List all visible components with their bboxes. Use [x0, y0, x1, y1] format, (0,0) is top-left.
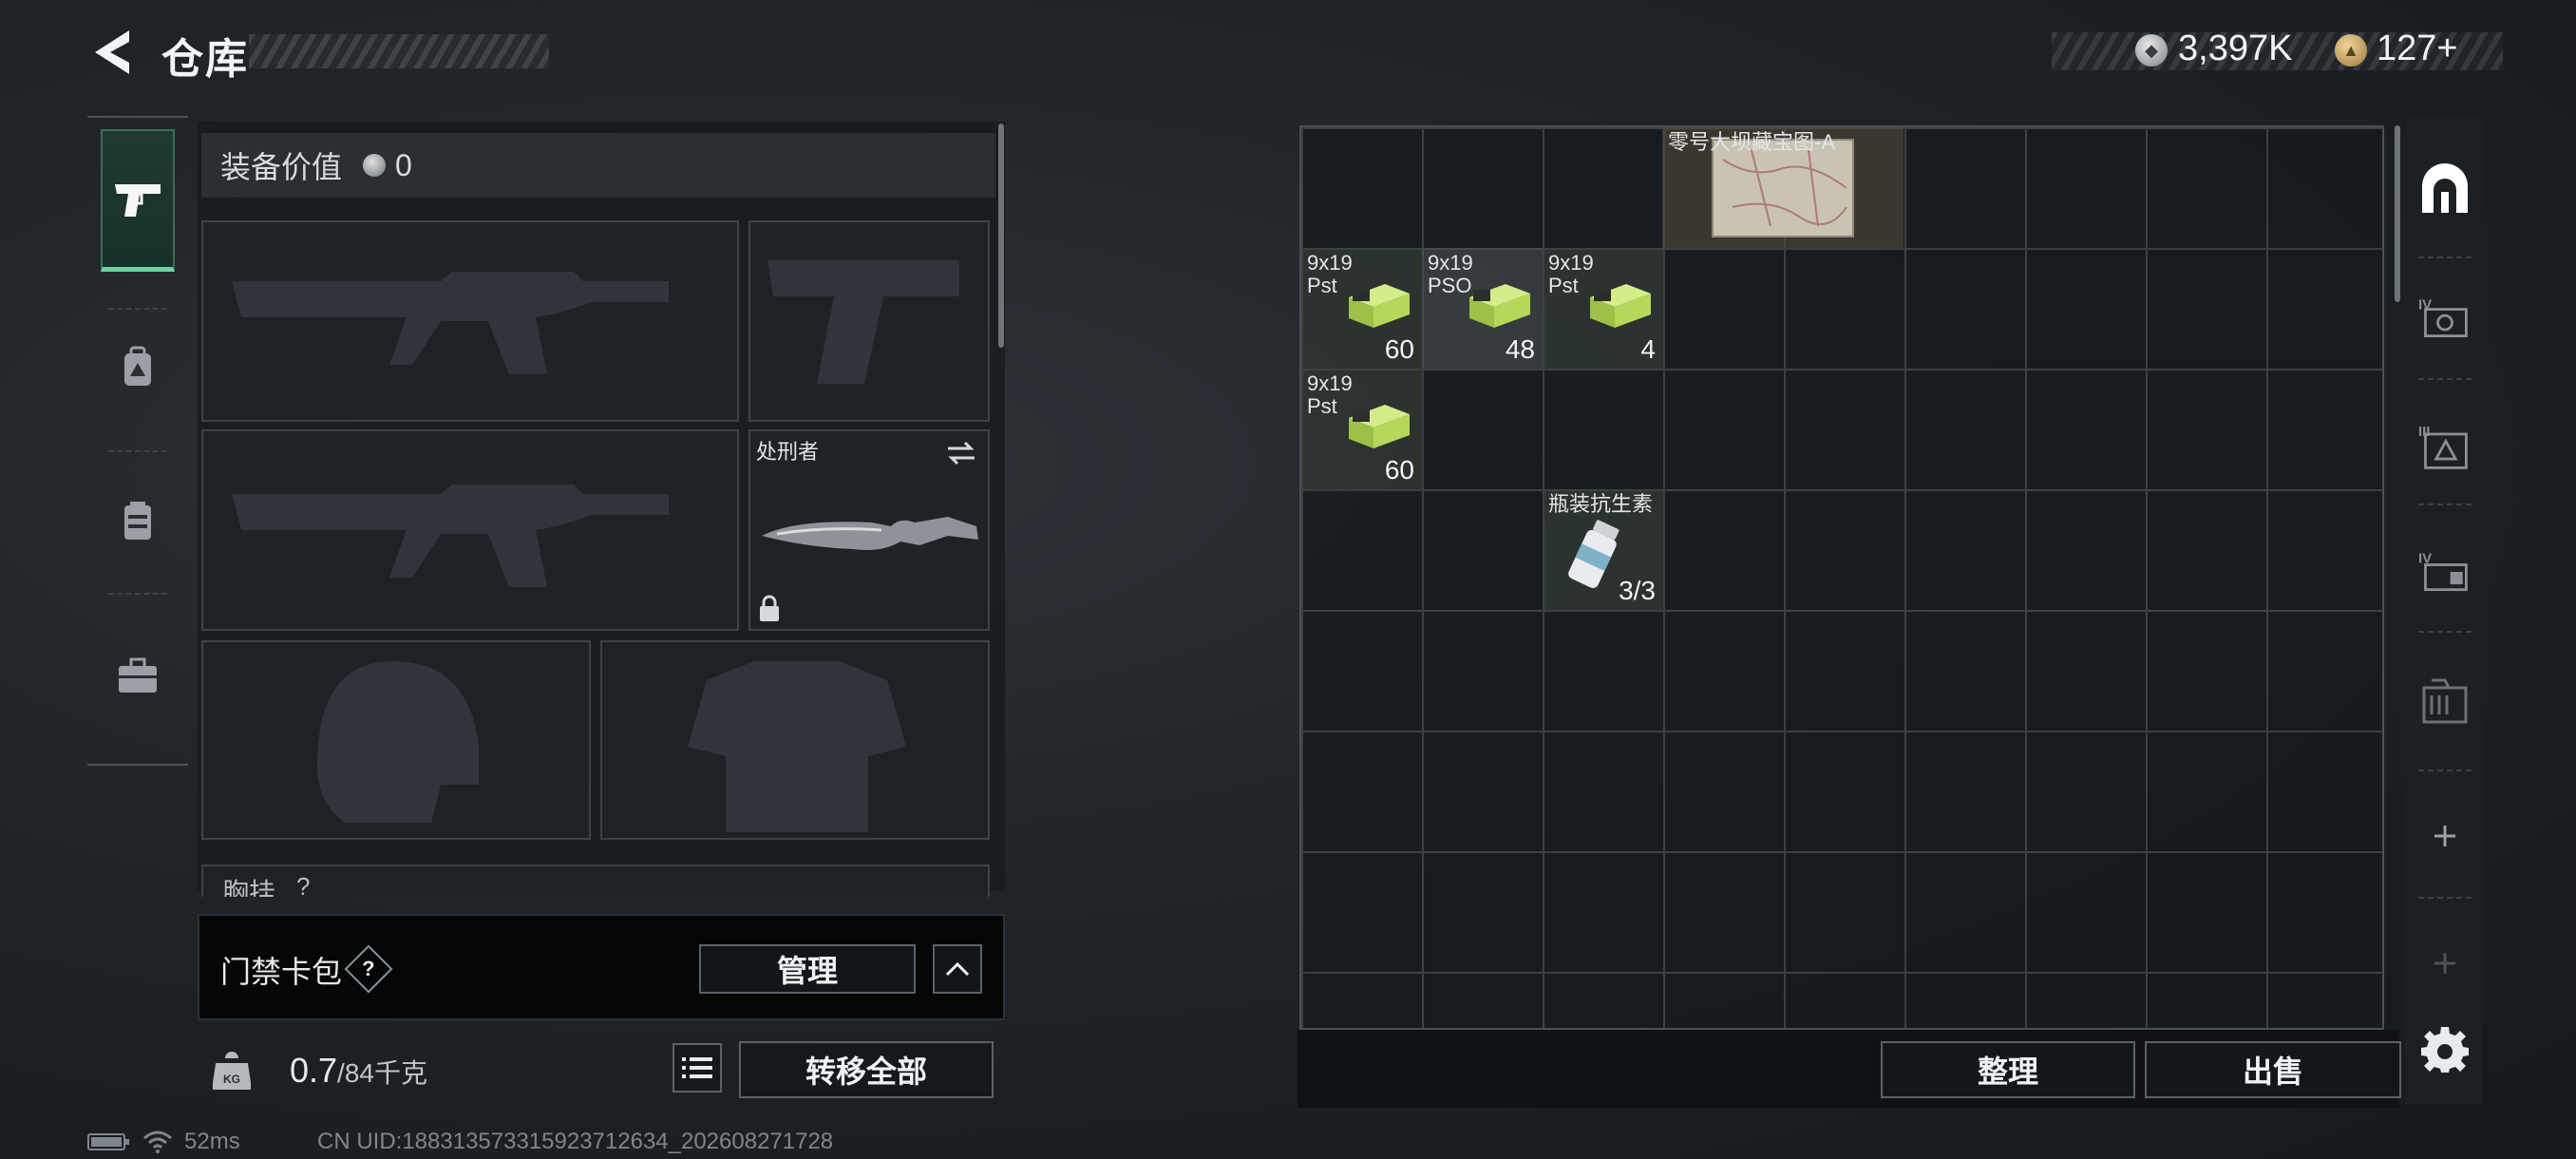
item-name: 9x19 PSO	[1428, 251, 1473, 297]
chest-rig-hint: ?	[296, 872, 311, 897]
ammo-box-icon	[1469, 284, 1530, 328]
item-count: 4	[1640, 334, 1656, 364]
equipment-value-label: 装备价值	[220, 150, 343, 184]
silver-currency-value: 3,397K	[2178, 28, 2293, 68]
plus-icon	[2434, 826, 2455, 846]
add-container-button[interactable]	[2418, 809, 2472, 863]
back-arrow-icon[interactable]	[87, 27, 135, 78]
chevron-up-icon	[945, 961, 970, 977]
page-title: 仓库	[161, 36, 249, 83]
expand-button[interactable]	[933, 944, 982, 994]
battery-icon	[87, 1133, 129, 1150]
weight-readout: 0.7/84千克	[290, 1051, 427, 1091]
item-count: 60	[1384, 455, 1414, 484]
item-name: 9x19 Pst	[1548, 251, 1594, 297]
sell-button[interactable]: 出售	[2145, 1041, 2401, 1098]
weight-max: /84千克	[337, 1058, 427, 1088]
gold-currency-value: 127+	[2377, 28, 2458, 68]
briefcase-icon	[119, 657, 157, 693]
inventory-grid[interactable]: 零号大坝藏宝图-A 9x19 Pst 60 9x19 PSO 48 9x19 Pst …	[1299, 125, 2384, 1030]
container-icon	[2422, 678, 2468, 724]
svg-text:KG: KG	[223, 1073, 240, 1086]
container-icon: III	[2418, 424, 2468, 469]
tab-vest[interactable]	[101, 450, 175, 593]
grid-item-ammo[interactable]: 9x19 Pst 60	[1301, 369, 1422, 489]
tab-container-iv-b[interactable]: IV	[2418, 545, 2472, 598]
transfer-all-button[interactable]: 转移全部	[739, 1041, 994, 1098]
user-uid: CN UID:18831357331592371​2634_2026082717…	[317, 1129, 834, 1154]
tab-container-iii[interactable]: III	[2418, 420, 2472, 473]
melee-slot[interactable]: 处刑者	[748, 429, 990, 631]
help-text: ?	[362, 956, 375, 980]
primary-weapon-slot-2[interactable]	[201, 429, 739, 631]
grid-item-ammo[interactable]: 9x19 Pst 60	[1301, 248, 1422, 369]
knife-icon	[762, 517, 978, 550]
backpack-icon	[124, 346, 151, 386]
sort-button[interactable]: 整理	[1881, 1041, 2135, 1098]
chest-rig-slot[interactable]: 胸挂 ?	[201, 864, 990, 897]
equipment-value-header: 装备价值 0	[201, 133, 995, 198]
sidearm-slot[interactable]	[748, 220, 990, 422]
tab-container-case[interactable]	[2418, 674, 2472, 728]
lock-icon	[760, 595, 779, 621]
ammo-box-icon	[1590, 284, 1651, 328]
keycard-pack-label: 门禁卡包	[220, 955, 343, 989]
settings-button[interactable]	[2418, 1022, 2472, 1075]
add-container-button-disabled	[2418, 937, 2472, 990]
list-icon	[682, 1057, 712, 1078]
grid-item-ammo[interactable]: 9x19 Pst 4	[1543, 248, 1663, 369]
item-name: 零号大坝藏宝图-A	[1668, 130, 1836, 154]
safe-icon	[2422, 163, 2468, 213]
melee-name: 处刑者	[756, 440, 820, 464]
gear-icon	[2421, 1027, 2469, 1073]
container-icon: IV	[2418, 297, 2468, 337]
ping-value: 52ms	[184, 1129, 240, 1154]
ammo-box-icon	[1349, 405, 1410, 448]
chest-rig-label: 胸挂	[222, 878, 276, 897]
tab-container-iv[interactable]: IV	[2418, 291, 2472, 344]
status-bar: 52ms	[87, 1129, 240, 1155]
category-tabs	[87, 116, 188, 766]
rifle-silhouette-icon	[232, 272, 669, 374]
medicine-bottle-icon	[1568, 520, 1619, 589]
pistol-silhouette-icon	[767, 260, 959, 384]
item-name: 9x19 Pst	[1307, 251, 1353, 297]
container-icon: IV	[2418, 551, 2468, 592]
equipment-scrollbar[interactable]	[998, 124, 1004, 348]
tab-weapons[interactable]	[101, 129, 175, 272]
armor-slot[interactable]	[600, 640, 990, 840]
item-name: 9x19 Pst	[1307, 371, 1353, 418]
gold-coin-icon: ▲	[2335, 34, 2367, 66]
grid-item-map[interactable]: 零号大坝藏宝图-A	[1662, 127, 1904, 248]
manage-button[interactable]: 管理	[699, 944, 916, 994]
title-decoration	[249, 34, 549, 68]
rifle-silhouette-icon	[232, 484, 669, 587]
weight-current: 0.7	[290, 1051, 338, 1090]
pistol-icon	[115, 183, 161, 217]
armor-silhouette-icon	[688, 661, 906, 832]
tab-backpack[interactable]	[101, 296, 175, 439]
item-count: 48	[1505, 334, 1535, 364]
tab-safe[interactable]	[2418, 163, 2472, 217]
plus-icon	[2434, 953, 2455, 974]
vest-icon	[124, 502, 151, 540]
equipment-value: 0	[395, 147, 412, 182]
primary-weapon-slot-1[interactable]	[201, 220, 739, 422]
ammo-box-icon	[1349, 284, 1410, 328]
list-view-button[interactable]	[672, 1043, 722, 1092]
silver-coin-icon	[363, 154, 387, 177]
swap-icon[interactable]	[944, 439, 978, 467]
wifi-icon	[143, 1130, 172, 1153]
helmet-silhouette-icon	[317, 661, 479, 823]
helmet-slot[interactable]	[201, 640, 591, 840]
silver-coin-icon: ◆	[2135, 34, 2168, 66]
grid-item-antibiotic[interactable]: 瓶装抗生素 3/3	[1543, 489, 1663, 610]
item-count: 3/3	[1619, 576, 1656, 605]
item-name: 瓶装抗生素	[1548, 492, 1654, 516]
weight-icon: KG	[213, 1052, 251, 1090]
item-count: 60	[1384, 334, 1414, 364]
tab-briefcase[interactable]	[101, 604, 175, 747]
grid-scrollbar[interactable]	[2395, 125, 2400, 302]
grid-item-ammo[interactable]: 9x19 PSO 48	[1422, 248, 1543, 369]
